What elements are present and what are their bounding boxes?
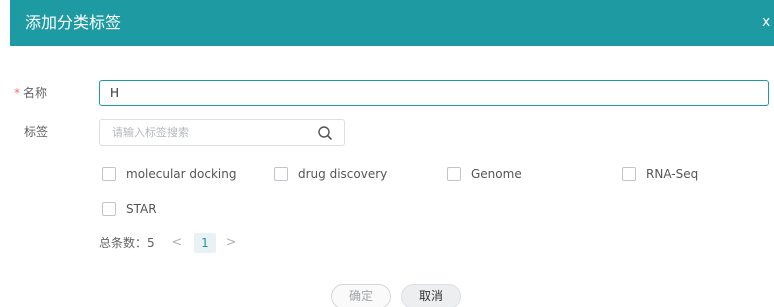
checkbox[interactable] bbox=[102, 167, 116, 181]
tag-option-star[interactable]: STAR bbox=[102, 200, 157, 218]
pagination-page-button[interactable]: 1 bbox=[194, 233, 216, 253]
tag-option-genome[interactable]: Genome bbox=[447, 165, 522, 183]
checkbox[interactable] bbox=[274, 167, 288, 181]
name-label-row: * 名称 bbox=[14, 85, 47, 101]
name-label: 名称 bbox=[23, 86, 48, 100]
tag-search-input[interactable]: 请输入标签搜索 bbox=[99, 119, 345, 146]
tag-option-label: drug discovery bbox=[298, 167, 388, 181]
required-mark: * bbox=[14, 86, 20, 100]
add-category-tag-dialog: 添加分类标签 x * 名称 H 标签 请输入标签搜索 molecular dock… bbox=[0, 0, 774, 307]
dialog-title: 添加分类标签 bbox=[25, 13, 122, 32]
name-input[interactable]: H bbox=[99, 80, 769, 106]
dialog-header: 添加分类标签 x bbox=[10, 0, 774, 46]
checkbox[interactable] bbox=[102, 202, 116, 216]
checkbox[interactable] bbox=[622, 167, 636, 181]
cancel-button[interactable]: 取消 bbox=[401, 284, 461, 307]
tag-option-drug-discovery[interactable]: drug discovery bbox=[274, 165, 387, 183]
tag-option-label: STAR bbox=[126, 202, 157, 216]
tags-label: 标签 bbox=[24, 125, 49, 139]
search-icon[interactable] bbox=[317, 125, 333, 141]
tag-option-label: molecular docking bbox=[126, 167, 237, 181]
tag-search-placeholder: 请输入标签搜索 bbox=[112, 126, 189, 139]
pagination-prev-button[interactable]: < bbox=[170, 233, 184, 253]
close-icon[interactable]: x bbox=[762, 13, 774, 31]
tag-option-label: Genome bbox=[471, 167, 522, 181]
tag-option-label: RNA-Seq bbox=[646, 167, 699, 181]
checkbox[interactable] bbox=[447, 167, 461, 181]
tag-option-rna-seq[interactable]: RNA-Seq bbox=[622, 165, 698, 183]
pagination-next-button[interactable]: > bbox=[224, 233, 238, 253]
tag-option-molecular-docking[interactable]: molecular docking bbox=[102, 165, 236, 183]
confirm-button[interactable]: 确定 bbox=[331, 284, 391, 307]
pagination-total: 总条数：5 bbox=[99, 236, 155, 250]
